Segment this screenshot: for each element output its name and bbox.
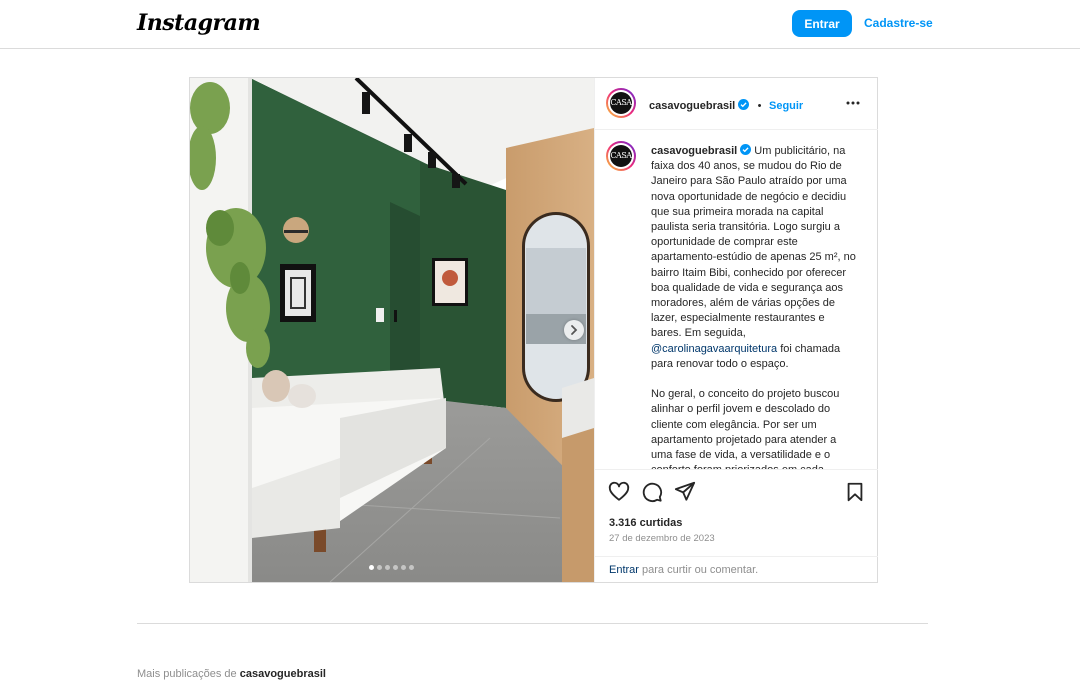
signup-link[interactable]: Cadastre-se: [864, 16, 933, 30]
more-posts-label: Mais publicações de: [137, 668, 240, 680]
carousel-dot: [393, 565, 398, 570]
separator-dot: •: [757, 100, 762, 112]
post-date[interactable]: 27 de dezembro de 2023: [609, 533, 715, 544]
follow-button[interactable]: Seguir: [769, 100, 803, 112]
chevron-right-icon: [571, 325, 578, 335]
post-username[interactable]: casavoguebrasil: [649, 100, 735, 112]
carousel-dot: [401, 565, 406, 570]
carousel-dot-active: [369, 565, 374, 570]
post-header: CASA casavoguebrasil • Seguir: [595, 78, 878, 130]
verified-badge-icon: [738, 99, 750, 110]
comment-login-bar: Entrar para curtir ou comentar.: [595, 556, 878, 583]
like-count[interactable]: 3.316 curtidas: [609, 517, 682, 529]
caption-mention-link[interactable]: @carolinagavaarquitetura: [651, 343, 777, 355]
instagram-logo[interactable]: Instagram: [137, 10, 261, 36]
post-sidebar: CASA casavoguebrasil • Seguir CASA casav…: [594, 78, 878, 582]
share-icon[interactable]: [674, 480, 696, 502]
next-slide-button[interactable]: [564, 320, 584, 340]
more-posts-heading: Mais publicações de casavoguebrasil: [137, 668, 326, 680]
verified-badge-icon: [740, 144, 752, 155]
post-caption: casavoguebrasil Um publicitário, na faix…: [651, 144, 857, 469]
carousel-dot: [377, 565, 382, 570]
apartment-photo: [190, 78, 594, 582]
login-button[interactable]: Entrar: [792, 10, 852, 37]
top-bar: Instagram Entrar Cadastre-se: [0, 0, 1080, 49]
comment-icon[interactable]: [641, 481, 663, 503]
bookmark-icon[interactable]: [844, 481, 866, 503]
comment-login-text: para curtir ou comentar.: [638, 564, 759, 576]
caption-area[interactable]: CASA casavoguebrasil Um publicitário, na…: [595, 130, 878, 469]
post-card: CASA casavoguebrasil • Seguir CASA casav…: [189, 77, 878, 583]
carousel-dot: [409, 565, 414, 570]
comment-login-link[interactable]: Entrar: [609, 564, 639, 576]
caption-text-1: Um publicitário, na faixa dos 40 anos, s…: [651, 145, 859, 340]
carousel-dot: [385, 565, 390, 570]
section-divider: [137, 623, 928, 624]
more-posts-user[interactable]: casavoguebrasil: [240, 668, 326, 680]
avatar[interactable]: CASA: [606, 88, 636, 118]
post-image[interactable]: [190, 78, 594, 582]
caption-username[interactable]: casavoguebrasil: [651, 145, 737, 157]
caption-avatar[interactable]: CASA: [606, 141, 636, 171]
action-bar: 3.316 curtidas 27 de dezembro de 2023: [595, 469, 878, 557]
more-options-icon[interactable]: [845, 95, 861, 111]
caption-text-2: foi chamada para renovar todo o espaço. …: [651, 342, 841, 469]
heart-icon[interactable]: [608, 481, 630, 503]
